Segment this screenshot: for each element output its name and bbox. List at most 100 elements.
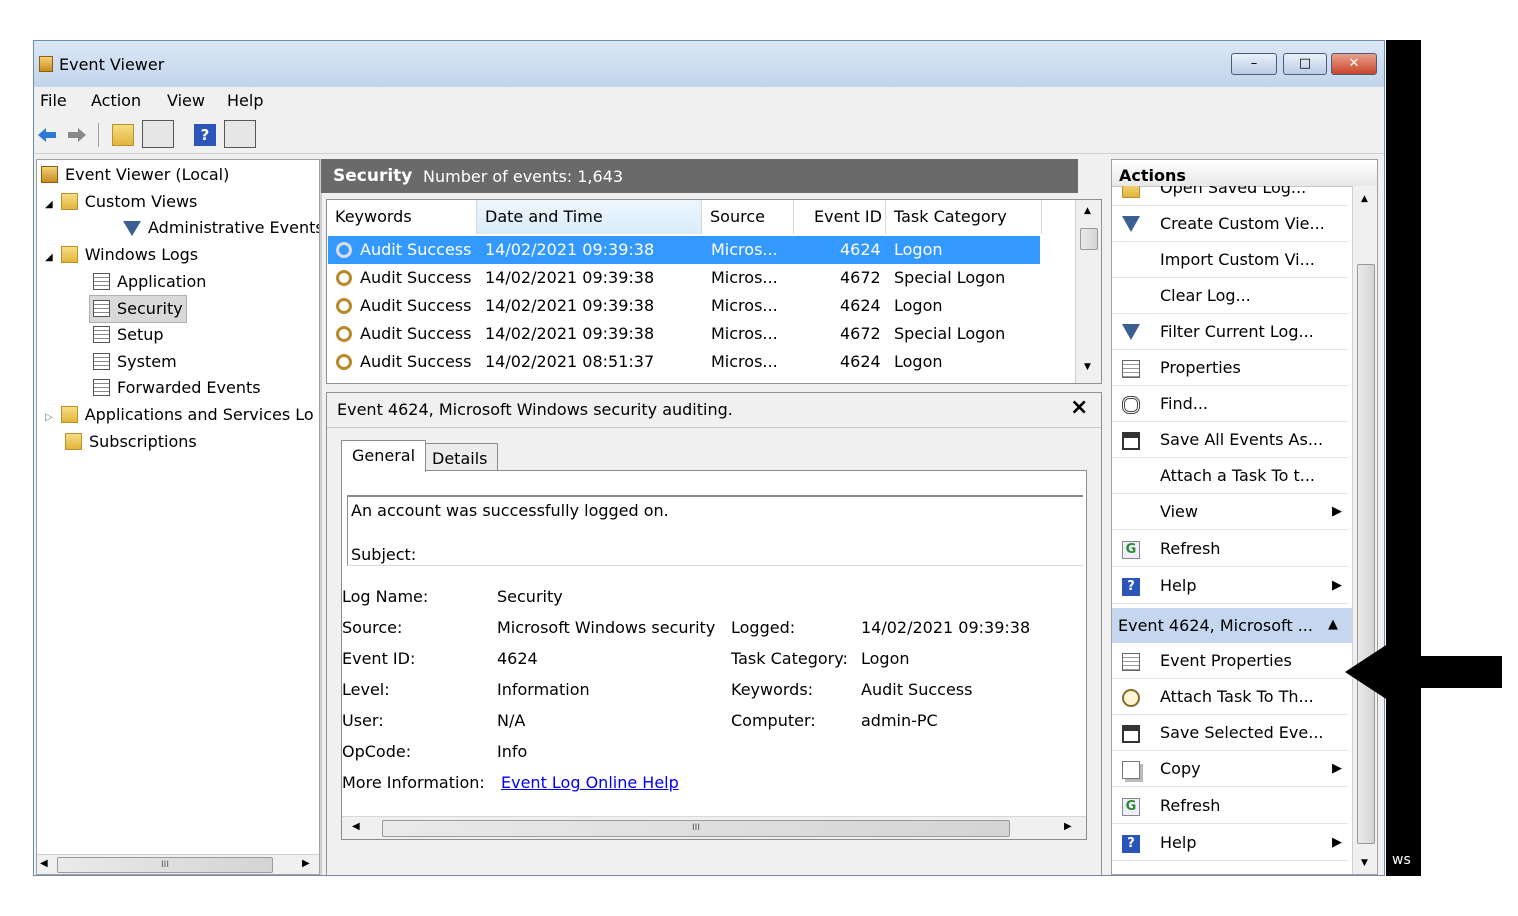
- actions-vscroll-thumb[interactable]: [1357, 264, 1375, 844]
- scroll-up-icon[interactable]: ▲: [1361, 194, 1368, 204]
- tree-hscroll-thumb[interactable]: III: [57, 857, 273, 873]
- action-open-saved-log[interactable]: Open Saved Log...: [1112, 186, 1348, 206]
- detail-hscroll-thumb[interactable]: III: [382, 820, 1010, 837]
- action-import-custom-view[interactable]: Import Custom Vi...: [1112, 242, 1348, 278]
- action-label: Save All Events As...: [1160, 430, 1324, 449]
- console-tree: Event Viewer (Local) ◢ Custom Views Admin…: [36, 159, 320, 875]
- action-help-event[interactable]: ? Help ▶: [1112, 825, 1348, 861]
- detail-hscrollbar[interactable]: ◀ III ▶: [342, 816, 1086, 839]
- action-label: Copy: [1160, 759, 1201, 778]
- folder-up-icon[interactable]: [112, 124, 134, 146]
- action-label: View: [1160, 502, 1198, 521]
- event-section-header[interactable]: Event 4624, Microsoft ... ▲: [1112, 608, 1352, 643]
- column-header-keywords[interactable]: Keywords: [327, 200, 477, 234]
- action-refresh-event[interactable]: G Refresh: [1112, 788, 1348, 824]
- copy-icon: [1122, 761, 1140, 779]
- detail-close-button[interactable]: ×: [1070, 395, 1088, 420]
- tree-hscrollbar[interactable]: ◀ III ▶: [37, 854, 319, 874]
- left-splitter[interactable]: [320, 159, 322, 875]
- tree-node-apps-services[interactable]: ▷ Applications and Services Lo: [45, 402, 314, 428]
- expand-arrow-icon[interactable]: ▷: [45, 412, 53, 423]
- cell-task: Special Logon: [894, 324, 1006, 343]
- list-vscroll-thumb[interactable]: [1080, 228, 1098, 250]
- event-log-online-help-link[interactable]: Event Log Online Help: [501, 773, 679, 792]
- maximize-button[interactable]: □: [1283, 53, 1327, 75]
- event-viewer-icon: [41, 166, 58, 183]
- actions-list: Open Saved Log... Create Custom Vie... I…: [1112, 186, 1352, 874]
- action-filter-current-log[interactable]: Filter Current Log...: [1112, 314, 1348, 350]
- event-row[interactable]: Audit Success 14/02/2021 08:51:37 Micros…: [328, 348, 1040, 376]
- tree-node-custom-views[interactable]: ◢ Custom Views: [45, 189, 197, 215]
- show-hide-tree-icon[interactable]: [142, 120, 174, 148]
- minimize-button[interactable]: –: [1231, 53, 1277, 75]
- scroll-down-icon[interactable]: ▼: [1084, 362, 1091, 372]
- tab-details[interactable]: Details: [421, 443, 499, 473]
- actions-vscrollbar[interactable]: ▲ ▼: [1352, 186, 1377, 874]
- tree-node-setup[interactable]: Setup: [93, 322, 164, 348]
- menu-help[interactable]: Help: [227, 91, 263, 110]
- collapse-arrow-icon[interactable]: ▲: [1328, 617, 1338, 632]
- action-attach-task-to-log[interactable]: Attach a Task To t...: [1112, 458, 1348, 494]
- tree-node-security[interactable]: Security: [89, 295, 187, 323]
- menu-action[interactable]: Action: [91, 91, 141, 110]
- action-clear-log[interactable]: Clear Log...: [1112, 278, 1348, 314]
- action-refresh[interactable]: G Refresh: [1112, 531, 1348, 567]
- key-icon: [336, 242, 352, 258]
- title-bar[interactable]: Event Viewer – □ ✕: [34, 41, 1384, 87]
- tree-node-forwarded[interactable]: Forwarded Events: [93, 375, 261, 401]
- action-save-all-events[interactable]: Save All Events As...: [1112, 422, 1348, 458]
- tree-node-root[interactable]: Event Viewer (Local): [41, 162, 229, 188]
- scroll-left-icon[interactable]: ◀: [352, 821, 360, 832]
- cell-date: 14/02/2021 09:39:38: [485, 324, 655, 343]
- action-event-properties[interactable]: Event Properties: [1112, 643, 1348, 679]
- tree-node-windows-logs[interactable]: ◢ Windows Logs: [45, 242, 198, 268]
- scroll-right-icon[interactable]: ▶: [302, 858, 310, 869]
- tree-label-system: System: [117, 352, 177, 371]
- list-vscrollbar[interactable]: ▲ ▼: [1075, 200, 1101, 383]
- message-box[interactable]: An account was successfully logged on. S…: [347, 495, 1083, 565]
- tree-node-system[interactable]: System: [93, 349, 177, 375]
- back-arrow-icon[interactable]: [36, 124, 58, 146]
- expand-arrow-icon[interactable]: ◢: [45, 199, 53, 210]
- cell-source: Micros...: [711, 268, 778, 287]
- column-header-event-id[interactable]: Event ID: [794, 200, 886, 234]
- event-subject: Subject:: [351, 545, 417, 564]
- actions-title: Actions: [1119, 166, 1186, 185]
- show-hide-action-pane-icon[interactable]: [224, 120, 256, 148]
- menu-view[interactable]: View: [167, 91, 205, 110]
- value-logged: 14/02/2021 09:39:38: [861, 618, 1031, 637]
- scroll-down-icon[interactable]: ▼: [1361, 858, 1368, 868]
- column-header-task-category[interactable]: Task Category: [886, 200, 1042, 234]
- forward-arrow-icon[interactable]: [66, 124, 88, 146]
- action-help[interactable]: ? Help ▶: [1112, 568, 1348, 604]
- action-create-custom-view[interactable]: Create Custom Vie...: [1112, 206, 1348, 242]
- close-button[interactable]: ✕: [1331, 53, 1377, 75]
- action-attach-task-to-event[interactable]: Attach Task To Th...: [1112, 679, 1348, 715]
- event-row[interactable]: Audit Success 14/02/2021 09:39:38 Micros…: [328, 264, 1040, 292]
- scroll-up-icon[interactable]: ▲: [1084, 206, 1091, 216]
- tree-node-application[interactable]: Application: [93, 269, 206, 295]
- filter-icon: [1122, 324, 1140, 340]
- submenu-arrow-icon: ▶: [1332, 761, 1342, 776]
- scroll-left-icon[interactable]: ◀: [40, 858, 48, 869]
- column-header-source[interactable]: Source: [702, 200, 794, 234]
- action-find[interactable]: Find...: [1112, 386, 1348, 422]
- event-row[interactable]: Audit Success 14/02/2021 09:39:38 Micros…: [328, 292, 1040, 320]
- menu-file[interactable]: File: [40, 91, 67, 110]
- tree-node-subscriptions[interactable]: Subscriptions: [65, 429, 197, 455]
- action-properties[interactable]: Properties: [1112, 350, 1348, 386]
- tab-general[interactable]: General: [341, 440, 427, 472]
- expand-arrow-icon[interactable]: ◢: [45, 252, 53, 263]
- scroll-right-icon[interactable]: ▶: [1064, 821, 1072, 832]
- column-header-date[interactable]: Date and Time: [477, 200, 702, 234]
- properties-icon: [1122, 653, 1140, 671]
- tree-node-admin-events[interactable]: Administrative Events: [123, 215, 319, 241]
- message-divider: [347, 565, 1083, 566]
- action-copy[interactable]: Copy ▶: [1112, 751, 1348, 787]
- action-view[interactable]: View ▶: [1112, 494, 1348, 530]
- help-icon[interactable]: ?: [194, 124, 216, 146]
- event-row[interactable]: Audit Success 14/02/2021 09:39:38 Micros…: [328, 236, 1040, 264]
- event-row[interactable]: Audit Success 14/02/2021 09:39:38 Micros…: [328, 320, 1040, 348]
- tree-label-application: Application: [117, 272, 207, 291]
- action-save-selected-events[interactable]: Save Selected Eve...: [1112, 715, 1348, 751]
